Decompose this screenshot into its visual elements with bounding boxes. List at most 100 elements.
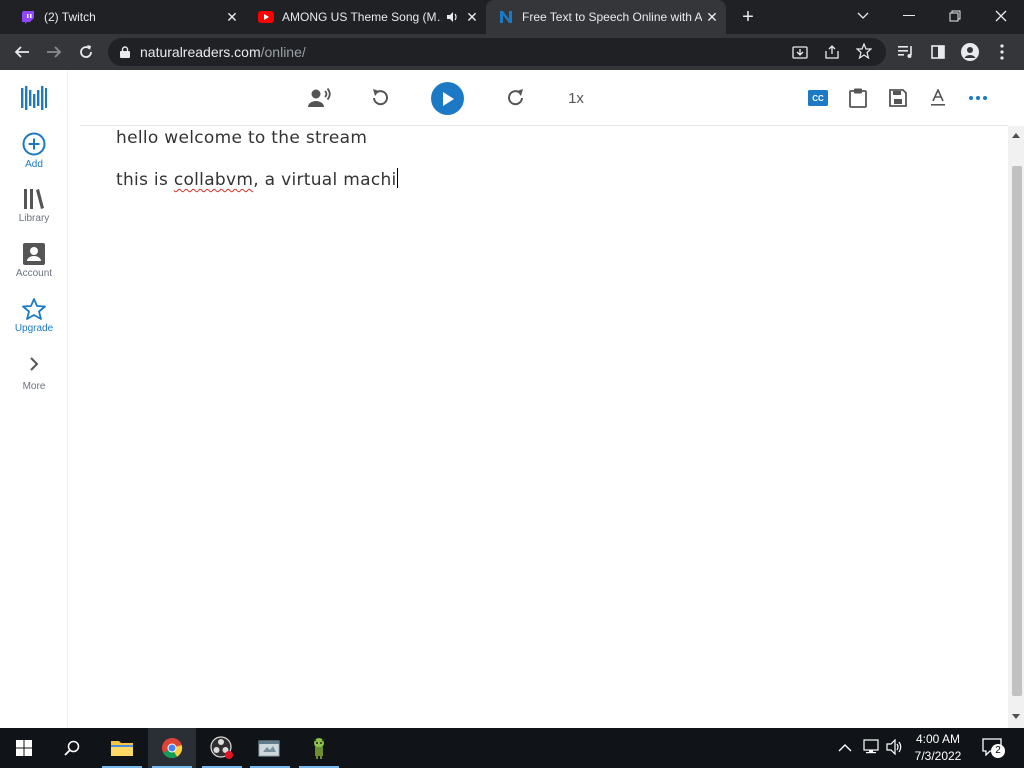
windows-logo-icon: [16, 740, 32, 756]
captions-button[interactable]: CC: [802, 82, 834, 114]
tab-close-button[interactable]: ✕: [702, 9, 722, 26]
close-window-button[interactable]: [978, 0, 1024, 32]
forward-button[interactable]: [40, 38, 68, 66]
side-panel-icon[interactable]: [924, 38, 952, 66]
voice-select-button[interactable]: [304, 82, 336, 114]
browser-tab-strip: (2) Twitch ✕ AMONG US Theme Song (M… ✕ F…: [0, 0, 1024, 34]
rewind-button[interactable]: [364, 82, 396, 114]
scroll-up-arrow-icon[interactable]: [1012, 132, 1020, 138]
library-icon: [24, 189, 44, 209]
tab-title: AMONG US Theme Song (M…: [282, 10, 442, 24]
reload-button[interactable]: [72, 38, 100, 66]
save-button[interactable]: [882, 82, 914, 114]
editor-line-1: hello welcome to the stream: [116, 128, 368, 148]
tab-close-button[interactable]: ✕: [222, 9, 242, 26]
tab-close-button[interactable]: ✕: [462, 9, 482, 26]
play-icon: [442, 91, 454, 106]
audio-playing-icon[interactable]: [442, 11, 462, 23]
chrome-icon: [162, 737, 183, 759]
volume-icon[interactable]: [886, 738, 904, 760]
account-icon: [23, 243, 45, 265]
text-editor[interactable]: hello welcome to the stream this is coll…: [116, 127, 996, 209]
text-caret: [396, 168, 398, 188]
share-icon[interactable]: [824, 44, 840, 63]
scroll-down-arrow-icon[interactable]: [1012, 714, 1020, 720]
address-bar[interactable]: naturalreaders.com/online/: [108, 38, 886, 66]
rewind-icon: [373, 89, 388, 106]
star-icon: [22, 298, 46, 320]
play-button[interactable]: [431, 82, 464, 115]
sidebar-item-add[interactable]: Add: [0, 132, 68, 170]
taskbar-clock[interactable]: 4:00 AM 7/3/2022: [910, 731, 966, 765]
sidebar-item-more[interactable]: More: [0, 356, 68, 392]
chrome-menu-icon[interactable]: [988, 38, 1016, 66]
scrollbar-thumb[interactable]: [1012, 166, 1022, 696]
sidebar-item-label: Account: [15, 268, 53, 279]
add-circle-icon: [22, 132, 46, 156]
taskbar-chrome[interactable]: [148, 728, 196, 768]
new-tab-button[interactable]: +: [736, 6, 760, 28]
ellipsis-icon: [969, 96, 987, 100]
sidebar-item-label: Add: [25, 159, 43, 170]
window-app-icon: [258, 740, 280, 757]
browser-toolbar: naturalreaders.com/online/: [0, 34, 1024, 70]
player-toolbar: 1x CC: [80, 70, 1008, 126]
taskbar-file-explorer[interactable]: [98, 728, 146, 768]
folder-icon: [111, 741, 133, 756]
twitch-icon: [20, 9, 36, 25]
obs-icon: [210, 736, 233, 759]
sidebar-item-upgrade[interactable]: Upgrade: [0, 298, 68, 334]
media-control-icon[interactable]: [892, 38, 920, 66]
tab-search-chevron-icon[interactable]: [840, 0, 886, 32]
editor-line-2: this is collabvm, a virtual machi: [116, 168, 996, 209]
search-button[interactable]: [48, 728, 96, 768]
tray-overflow-chevron-icon[interactable]: [838, 740, 852, 758]
restore-button[interactable]: [932, 0, 978, 32]
sidebar-item-label: Upgrade: [14, 323, 54, 334]
tab-title: (2) Twitch: [44, 10, 96, 24]
cc-icon: CC: [808, 90, 828, 106]
tab-naturalreaders[interactable]: Free Text to Speech Online with A… ✕: [486, 0, 726, 34]
sidebar-item-label: More: [22, 381, 46, 392]
clipboard-icon: [849, 88, 867, 108]
clock-date: 7/3/2022: [914, 749, 962, 763]
voice-speaker-icon: [308, 88, 331, 107]
naturalreaders-icon: [498, 9, 514, 25]
taskbar-obs[interactable]: [198, 728, 246, 768]
profile-avatar-icon[interactable]: [956, 38, 984, 66]
forward-skip-button[interactable]: [500, 82, 532, 114]
page-scrollbar[interactable]: [1008, 126, 1024, 728]
taskbar-android-app[interactable]: [295, 728, 343, 768]
tab-title: Free Text to Speech Online with A…: [522, 10, 702, 24]
sidebar-item-library[interactable]: Library: [0, 188, 68, 224]
back-button[interactable]: [8, 38, 36, 66]
save-icon: [889, 89, 907, 107]
tab-youtube[interactable]: AMONG US Theme Song (M… ✕: [246, 0, 486, 34]
start-button[interactable]: [0, 728, 48, 768]
naturalreaders-logo[interactable]: [21, 86, 47, 115]
more-options-button[interactable]: [962, 82, 994, 114]
network-icon[interactable]: [862, 739, 880, 760]
forward-icon: [508, 89, 523, 106]
install-app-icon[interactable]: [792, 44, 808, 63]
minimize-button[interactable]: [886, 0, 932, 32]
text-segment: , a virtual machi: [253, 170, 397, 190]
clipboard-button[interactable]: [842, 82, 874, 114]
notification-count-badge: 2: [991, 744, 1005, 758]
misspelled-word[interactable]: collabvm: [174, 170, 253, 190]
bookmark-star-icon[interactable]: [855, 42, 873, 62]
font-icon: [931, 89, 945, 106]
notification-center-button[interactable]: 2: [982, 738, 1006, 758]
tab-twitch[interactable]: (2) Twitch ✕: [0, 0, 246, 34]
lock-icon[interactable]: [120, 46, 130, 58]
url-path: /online/: [260, 44, 306, 60]
sidebar-item-account[interactable]: Account: [0, 243, 68, 279]
chevron-right-icon: [30, 357, 39, 371]
speed-button[interactable]: 1x: [560, 82, 592, 114]
text-segment: this is: [116, 170, 174, 190]
taskbar-app-window[interactable]: [246, 728, 294, 768]
text-format-button[interactable]: [922, 82, 954, 114]
url-host: naturalreaders.com: [140, 44, 261, 60]
clock-time: 4:00 AM: [915, 732, 961, 746]
search-icon: [64, 740, 80, 756]
